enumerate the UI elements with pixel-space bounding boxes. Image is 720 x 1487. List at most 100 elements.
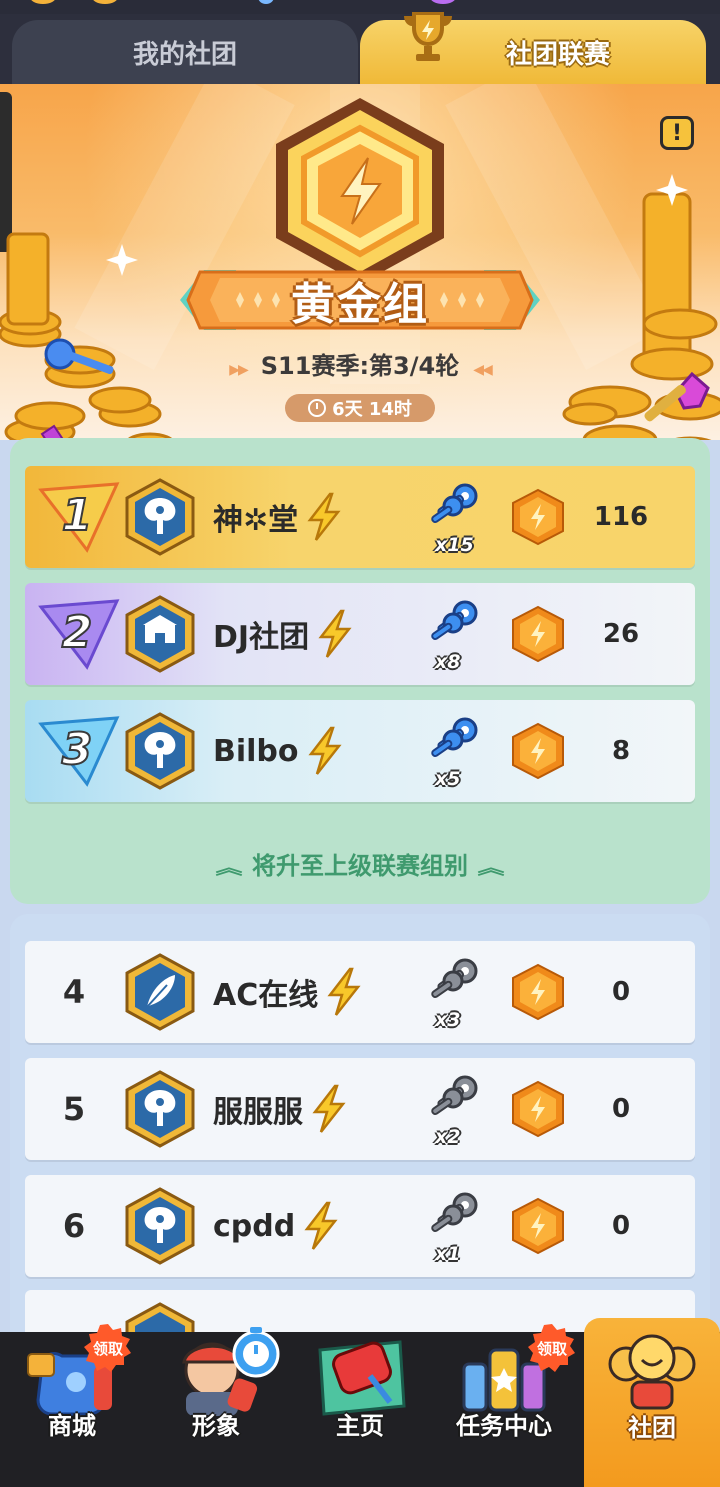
club-members-icon <box>608 1334 696 1410</box>
key-count: x15 <box>427 480 483 556</box>
timer-text: 6天 14时 <box>332 399 412 420</box>
lightning-bolt-icon <box>327 967 361 1016</box>
claim-badge-tasks: 领取 <box>528 1324 575 1372</box>
club-name-text: AC在线 <box>213 978 319 1013</box>
nav-tasks[interactable]: 领取 任务中心 <box>432 1324 576 1487</box>
club-name-text: 神✲堂 <box>213 503 299 538</box>
nav-club-label: 社团 <box>628 1414 676 1442</box>
key-multiplier: x3 <box>435 1009 461 1031</box>
double-chevron-up-icon: ︽ <box>477 858 505 879</box>
tab-bar: 我的社团 社团联赛 <box>0 12 720 84</box>
lightning-bolt-icon <box>307 726 342 775</box>
double-chevron-up-icon: ︽ <box>215 858 243 879</box>
score-value: 0 <box>611 1094 631 1124</box>
gold-hex-bolt-icon <box>512 605 564 663</box>
claim-badge-text: 领取 <box>92 1340 124 1358</box>
coin-pile-left <box>0 232 175 440</box>
gem-icon <box>258 0 274 4</box>
table-row[interactable]: 3 Bilbo x5 8 <box>25 700 695 802</box>
promotion-notice-text: 将升至上级联赛组别 <box>252 852 468 880</box>
lightning-bolt-icon <box>304 1201 338 1250</box>
lightning-bolt-icon <box>312 1084 346 1133</box>
rank-1-medal-icon: 1 <box>38 482 120 553</box>
nav-club[interactable]: 社团 <box>584 1318 720 1487</box>
club-badge-icon <box>125 712 195 790</box>
rank-number: 5 <box>62 1090 86 1128</box>
club-name-text: cpdd <box>213 1208 296 1244</box>
key-icon <box>431 958 478 999</box>
svg-text:1: 1 <box>62 490 93 541</box>
table-row[interactable]: 4 AC在线 x3 0 <box>25 941 695 1043</box>
key-count: x2 <box>427 1072 483 1148</box>
key-count: x3 <box>427 955 483 1031</box>
key-multiplier: x8 <box>435 651 461 673</box>
nav-shop[interactable]: 领取 商城 <box>0 1324 144 1487</box>
rank-2-medal-icon: 2 <box>38 599 120 670</box>
info-button[interactable]: ! <box>660 116 694 150</box>
club-name-text: DJ社团 <box>213 620 310 655</box>
gold-hex-bolt-icon <box>512 722 564 780</box>
key-icon <box>431 600 478 641</box>
table-row[interactable]: 2 DJ社团 x8 26 <box>25 583 695 685</box>
club-badge-icon <box>125 595 195 673</box>
token-icon <box>430 0 456 4</box>
key-icon <box>431 717 478 758</box>
rank-number: 4 <box>62 973 86 1011</box>
tab-club-league-label: 社团联赛 <box>505 39 610 70</box>
table-row[interactable]: 1 神✲堂 x15 116 <box>25 466 695 568</box>
tab-my-club-label: 我的社团 <box>132 39 237 70</box>
score-value: 26 <box>602 619 640 649</box>
bottom-navigation: 领取 商城 形象 主页 领取 任务中心 社团 <box>0 1318 720 1487</box>
club-badge-icon <box>125 1070 195 1148</box>
claim-badge-shop: 领取 <box>84 1324 131 1372</box>
gold-hex-bolt-icon <box>512 488 564 546</box>
tier-name: 黄金组 <box>291 279 429 330</box>
season-round: ▶▶ S11赛季:第3/4轮 ◀◀ <box>0 346 720 381</box>
nav-avatar-label: 形象 <box>192 1412 240 1440</box>
club-name-text: Bilbo <box>213 733 299 769</box>
coin-icon <box>30 0 56 4</box>
gold-hex-bolt-icon <box>512 963 564 1021</box>
league-banner: ! 黄金组 ▶▶ S11赛季:第3/4轮 ◀◀ 6天 14时 <box>0 84 720 440</box>
table-row[interactable]: 6 cpdd x1 0 <box>25 1175 695 1277</box>
tab-club-league[interactable]: 社团联赛 <box>360 12 706 84</box>
club-name: AC在线 <box>213 941 364 1043</box>
promotion-notice: ︽ 将升至上级联赛组别 ︽ <box>10 846 710 881</box>
score-value: 0 <box>611 1211 631 1241</box>
gold-hex-bolt-icon <box>512 1197 564 1255</box>
key-count: x8 <box>427 597 483 673</box>
nav-home-label: 主页 <box>336 1412 384 1440</box>
table-row[interactable]: 5 服服服 x2 0 <box>25 1058 695 1160</box>
key-multiplier: x2 <box>435 1126 461 1148</box>
lightning-bolt-icon <box>307 492 341 541</box>
club-name: 神✲堂 <box>213 466 344 568</box>
key-icon <box>431 483 478 524</box>
nav-home[interactable]: 主页 <box>288 1332 432 1487</box>
club-name: cpdd <box>213 1175 341 1277</box>
gold-tier-badge <box>276 98 444 284</box>
club-name-text: 服服服 <box>213 1095 303 1130</box>
tab-my-club[interactable]: 我的社团 <box>12 20 358 84</box>
stopwatch-badge-icon <box>232 1327 280 1378</box>
club-badge-icon <box>125 478 195 556</box>
score-value: 116 <box>593 502 649 532</box>
key-multiplier: x5 <box>435 768 461 790</box>
club-name: Bilbo <box>213 700 345 802</box>
club-badge-icon <box>125 953 195 1031</box>
lightning-bolt-icon <box>318 609 352 658</box>
svg-text:2: 2 <box>62 607 93 658</box>
rank-3-medal-icon: 3 <box>38 716 120 787</box>
countdown-timer: 6天 14时 <box>285 394 435 422</box>
coin-icon <box>92 0 118 4</box>
nav-avatar[interactable]: 形象 <box>144 1327 288 1487</box>
arrow-left-icon: ◀◀ <box>473 362 492 378</box>
info-glyph: ! <box>671 120 683 146</box>
claim-badge-text: 领取 <box>536 1340 568 1358</box>
trophy-icon <box>404 12 452 61</box>
coin-pile-right <box>562 174 720 440</box>
gold-hex-bolt-icon <box>512 1080 564 1138</box>
key-count: x1 <box>427 1189 483 1265</box>
nav-tasks-label: 任务中心 <box>456 1412 552 1440</box>
key-icon <box>431 1192 478 1233</box>
club-name: DJ社团 <box>213 583 355 685</box>
